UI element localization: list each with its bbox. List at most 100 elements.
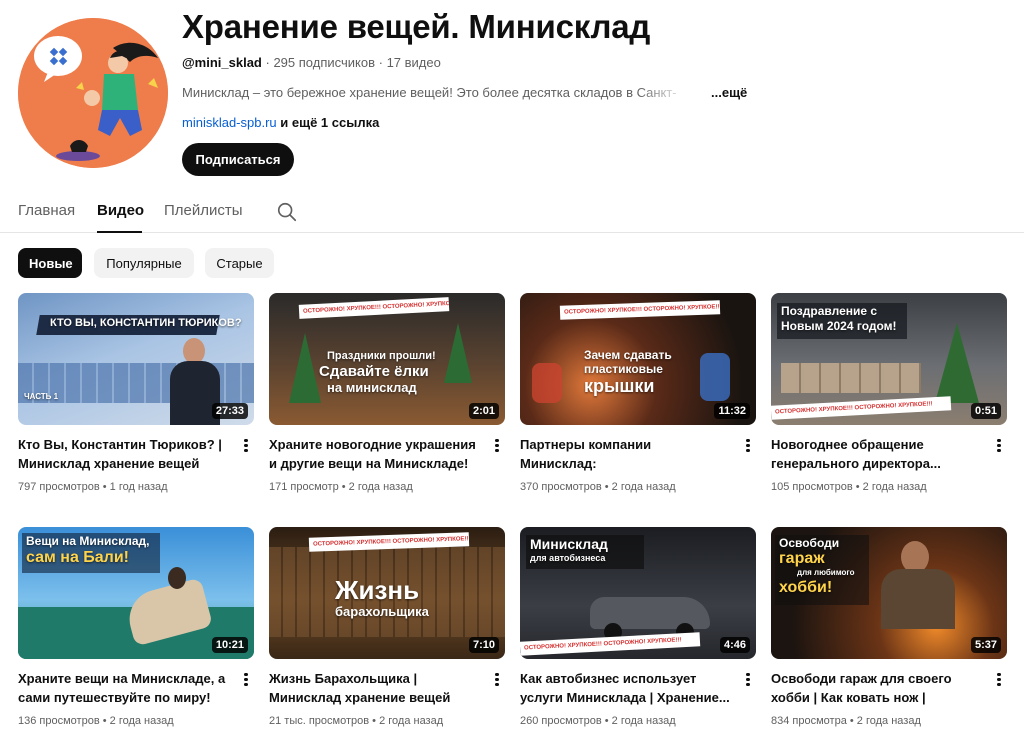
more-actions-icon[interactable] — [744, 671, 752, 687]
video-thumbnail[interactable]: Минисклад для автобизнеса ОСТОРОЖНО! ХРУ… — [520, 527, 756, 659]
video-title[interactable]: Кто Вы, Константин Тюриков? | Минисклад … — [18, 435, 228, 473]
video-title[interactable]: Жизнь Барахольщика | Минисклад хранение … — [269, 669, 479, 707]
tab-home[interactable]: Главная — [18, 202, 75, 219]
video-card[interactable]: Вещи на Минисклад, сам на Бали! 10:21 Хр… — [18, 527, 254, 727]
thumbnail-caption: Поздравление с — [781, 304, 878, 318]
video-card[interactable]: Поздравление с Новым 2024 годом! ОСТОРОЖ… — [771, 293, 1007, 493]
thumbnail-caption: для автобизнеса — [530, 553, 606, 563]
video-thumbnail[interactable]: КТО ВЫ, КОНСТАНТИН ТЮРИКОВ? ЧАСТЬ 1 27:3… — [18, 293, 254, 425]
video-age: 2 года назад — [109, 715, 174, 727]
video-views: 834 просмотра — [771, 715, 847, 727]
meta-separator: · — [378, 55, 387, 70]
meta-separator: • — [852, 481, 863, 493]
more-actions-icon[interactable] — [995, 671, 1003, 687]
more-actions-icon[interactable] — [493, 437, 501, 453]
thumbnail-caption: Праздники прошли! — [327, 350, 436, 362]
video-card[interactable]: ОСТОРОЖНО! ХРУПКОЕ!!! ОСТОРОЖНО! ХРУПКОЕ… — [520, 293, 756, 493]
more-actions-icon[interactable] — [242, 671, 250, 687]
thumbnail-caption: Жизнь — [335, 575, 420, 605]
channel-description[interactable]: Минисклад – это бережное хранение вещей!… — [182, 85, 702, 100]
video-title[interactable]: Новогоднее обращение генерального директ… — [771, 435, 981, 473]
more-actions-icon[interactable] — [995, 437, 1003, 453]
video-meta: 834 просмотра • 2 года назад — [771, 715, 921, 727]
video-meta: 370 просмотров • 2 года назад — [520, 481, 676, 493]
channel-avatar[interactable] — [18, 18, 168, 168]
video-duration: 10:21 — [211, 637, 248, 653]
thumbnail-caption: пластиковые — [584, 362, 663, 376]
video-title[interactable]: Освободи гараж для своего хобби | Как ко… — [771, 669, 981, 707]
more-actions-icon[interactable] — [493, 671, 501, 687]
video-age: 2 года назад — [348, 481, 413, 493]
video-thumbnail[interactable]: ОСТОРОЖНО! ХРУПКОЕ!!! ОСТОРОЖНО! ХРУПКОЕ… — [269, 527, 505, 659]
video-card[interactable]: ОСТОРОЖНО! ХРУПКОЕ!!! ОСТОРОЖНО! ХРУПКОЕ… — [269, 527, 505, 727]
channel-website-link[interactable]: minisklad-spb.ru — [182, 115, 277, 130]
search-icon[interactable] — [276, 201, 298, 223]
video-views: 171 просмотр — [269, 481, 339, 493]
filter-chip-oldest[interactable]: Старые — [205, 248, 274, 278]
thumbnail-caption: барахольщика — [335, 604, 429, 619]
video-count: 17 видео — [386, 55, 441, 70]
description-more-link[interactable]: ...ещё — [711, 85, 747, 100]
thumbnail-caption: для любимого — [797, 568, 855, 577]
video-views: 260 просмотров — [520, 715, 602, 727]
video-duration: 4:46 — [719, 637, 750, 653]
video-card[interactable]: Освободи гараж для любимого хобби! 5:37 … — [771, 527, 1007, 727]
thumbnail-caption: ЧАСТЬ 1 — [24, 392, 59, 401]
more-actions-icon[interactable] — [242, 437, 250, 453]
thumbnail-caption: Зачем сдавать — [584, 348, 672, 362]
meta-separator: • — [99, 481, 110, 493]
more-actions-icon[interactable] — [744, 437, 752, 453]
thumbnail-caption: КТО ВЫ, КОНСТАНТИН ТЮРИКОВ? — [50, 317, 242, 329]
video-meta: 105 просмотров • 2 года назад — [771, 481, 927, 493]
thumbnail-caption: Освободи — [779, 536, 840, 550]
video-duration: 27:33 — [211, 403, 248, 419]
subscriber-count: 295 подписчиков — [273, 55, 375, 70]
video-age: 2 года назад — [862, 481, 927, 493]
video-title[interactable]: Храните новогодние украшения и другие ве… — [269, 435, 479, 473]
video-views: 797 просмотров — [18, 481, 100, 493]
video-meta: 136 просмотров • 2 года назад — [18, 715, 174, 727]
more-links-link[interactable]: и ещё 1 ссылка — [280, 115, 379, 130]
video-card[interactable]: ОСТОРОЖНО! ХРУПКОЕ!!! ОСТОРОЖНО! ХРУПКОЕ… — [269, 293, 505, 493]
video-title[interactable]: Как автобизнес использует услуги Минискл… — [520, 669, 730, 707]
tab-videos[interactable]: Видео — [97, 202, 144, 219]
channel-meta: @mini_sklad · 295 подписчиков · 17 видео — [182, 55, 441, 70]
video-views: 105 просмотров — [771, 481, 853, 493]
video-age: 2 года назад — [611, 715, 676, 727]
video-thumbnail[interactable]: ОСТОРОЖНО! ХРУПКОЕ!!! ОСТОРОЖНО! ХРУПКОЕ… — [269, 293, 505, 425]
avatar-illustration — [18, 18, 168, 168]
thumbnail-caption: Минисклад — [530, 536, 608, 552]
video-thumbnail[interactable]: ОСТОРОЖНО! ХРУПКОЕ!!! ОСТОРОЖНО! ХРУПКОЕ… — [520, 293, 756, 425]
video-duration: 2:01 — [468, 403, 499, 419]
video-card[interactable]: КТО ВЫ, КОНСТАНТИН ТЮРИКОВ? ЧАСТЬ 1 27:3… — [18, 293, 254, 493]
video-views: 21 тыс. просмотров — [269, 715, 370, 727]
channel-links: minisklad-spb.ru и ещё 1 ссылка — [182, 115, 379, 130]
thumbnail-caption: на минисклад — [327, 380, 417, 395]
meta-separator: • — [338, 481, 349, 493]
video-meta: 260 просмотров • 2 года назад — [520, 715, 676, 727]
meta-separator: • — [601, 481, 612, 493]
video-duration: 5:37 — [970, 637, 1001, 653]
video-duration: 7:10 — [468, 637, 499, 653]
active-tab-indicator — [97, 231, 142, 233]
video-thumbnail[interactable]: Поздравление с Новым 2024 годом! ОСТОРОЖ… — [771, 293, 1007, 425]
subscribe-button[interactable]: Подписаться — [182, 143, 294, 176]
video-thumbnail[interactable]: Освободи гараж для любимого хобби! 5:37 — [771, 527, 1007, 659]
video-card[interactable]: Минисклад для автобизнеса ОСТОРОЖНО! ХРУ… — [520, 527, 756, 727]
video-duration: 11:32 — [714, 403, 750, 419]
tab-playlists[interactable]: Плейлисты — [164, 202, 243, 219]
video-age: 2 года назад — [379, 715, 444, 727]
video-views: 136 просмотров — [18, 715, 100, 727]
filter-chip-popular[interactable]: Популярные — [94, 248, 194, 278]
video-title[interactable]: Партнеры компании Минисклад: Благотворит… — [520, 435, 730, 473]
channel-handle: @mini_sklad — [182, 55, 262, 70]
meta-separator: • — [846, 715, 857, 727]
channel-tabs: Главная Видео Плейлисты — [0, 190, 1024, 233]
video-age: 2 года назад — [856, 715, 921, 727]
thumbnail-caption: Новым 2024 годом! — [781, 319, 897, 333]
video-thumbnail[interactable]: Вещи на Минисклад, сам на Бали! 10:21 — [18, 527, 254, 659]
thumbnail-caption: крышки — [584, 376, 655, 396]
video-meta: 21 тыс. просмотров • 2 года назад — [269, 715, 443, 727]
video-title[interactable]: Храните вещи на Минискладе, а сами путеш… — [18, 669, 228, 707]
filter-chip-newest[interactable]: Новые — [18, 248, 82, 278]
